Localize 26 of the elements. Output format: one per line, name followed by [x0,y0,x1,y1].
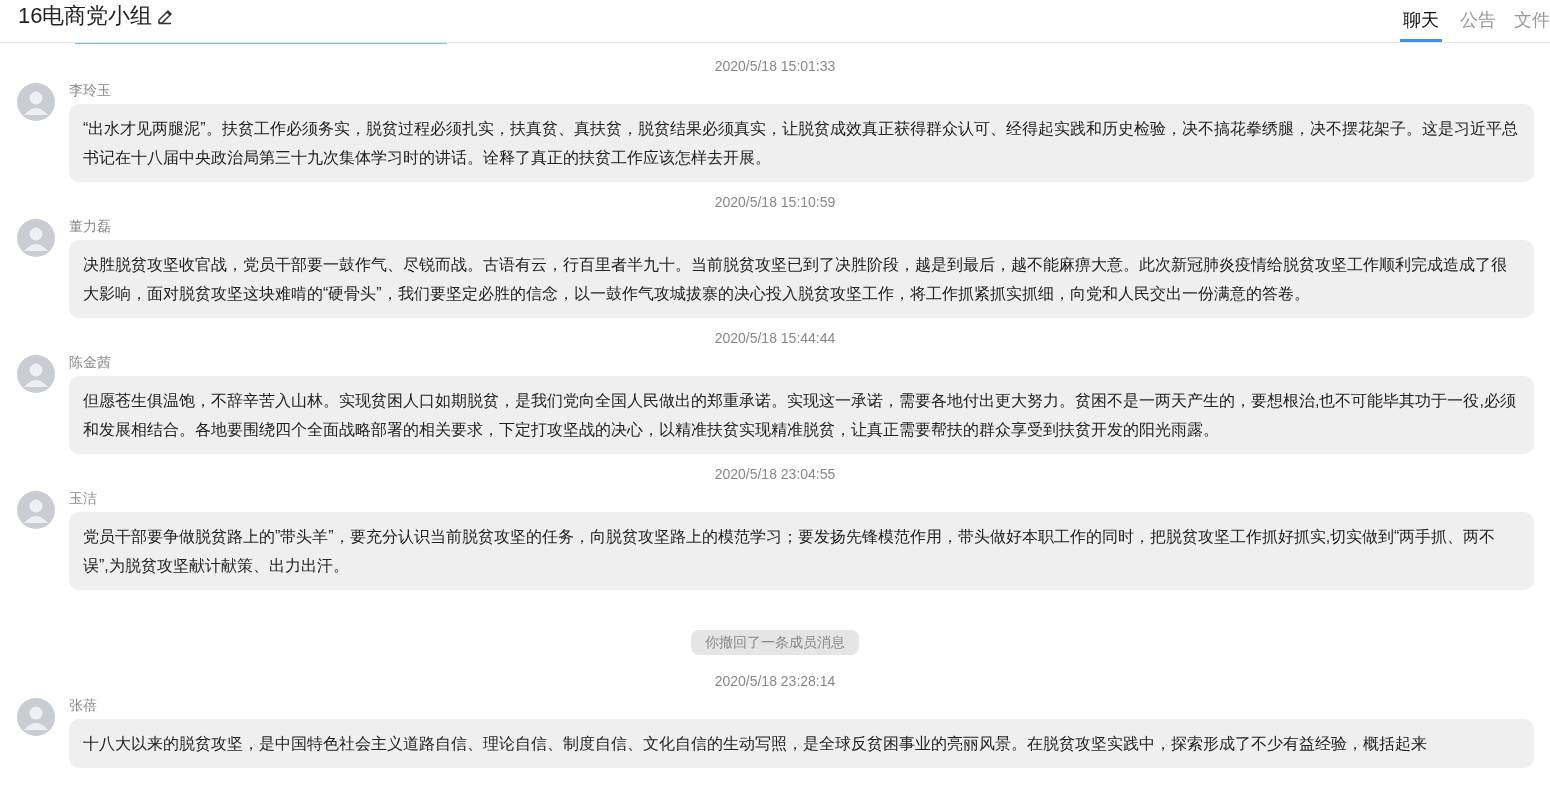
sender-name: 张蓓 [69,696,97,715]
tab[interactable]: 公告 [1460,0,1496,42]
avatar[interactable] [17,491,55,529]
edit-icon[interactable] [156,8,175,26]
recall-notice: 你撤回了一条成员消息 [691,630,859,655]
group-title: 16电商党小组 [18,1,153,30]
sender-name: 陈金茜 [69,353,111,372]
tab[interactable]: 聊天 [1400,0,1442,42]
avatar[interactable] [17,83,55,121]
timestamp: 2020/5/18 15:44:44 [714,329,836,348]
timestamp: 2020/5/18 23:04:55 [714,465,836,484]
message-bubble: 党员干部要争做脱贫路上的”带头羊”，要充分认识当前脱贫攻坚的任务，向脱贫攻坚路上的模范学习；要发扬先锋模范作用，带头做好本职工作的同时，把脱贫攻坚工作抓好抓实,切实做到“两手抓、两不误”,为脱贫攻坚献计献策、出力出汗。 [69,512,1534,590]
message-bubble: 但愿苍生俱温饱，不辞辛苦入山林。实现贫困人口如期脱贫，是我们党向全国人民做出的郑重承诺。实现这一承诺，需要各地付出更大努力。贫困不是一两天产生的，要想根治,也不可能毕其功于一役,必须和发展相结合。各地要围绕四个全面战略部署的相关要求，下定打攻坚战的决心，以精准扶贫实现精准脱贫，让真正需要帮扶的群众享受到扶贫开发的阳光雨露。 [69,376,1534,454]
timestamp: 2020/5/18 15:10:59 [714,193,836,212]
message-bubble: 十八大以来的脱贫攻坚，是中国特色社会主义道路自信、理论自信、制度自信、文化自信的生动写照，是全球反贫困事业的亮丽风景。在脱贫攻坚实践中，探索形成了不少有益经验，概括起来 [69,719,1534,768]
message-bubble: 决胜脱贫攻坚收官战，党员干部要一鼓作气、尽锐而战。古语有云，行百里者半九十。当前脱贫攻坚已到了决胜阶段，越是到最后，越不能麻痹大意。此次新冠肺炎疫情给脱贫攻坚工作顺利完成造成了很大影响，面对脱贫攻坚这块难啃的“硬骨头”，我们要坚定必胜的信念，以一鼓作气攻城拔寨的决心投入脱贫攻坚工作，将工作抓紧抓实抓细，向党和人民交出一份满意的答卷。 [69,240,1534,318]
sender-name: 玉洁 [69,489,97,508]
avatar[interactable] [17,219,55,257]
timestamp: 2020/5/18 23:28:14 [714,672,836,691]
sender-name: 李玲玉 [69,81,111,100]
message-bubble: “出水才见两腿泥”。扶贫工作必须务实，脱贫过程必须扎实，扶真贫、真扶贫，脱贫结果必须真实，让脱贫成效真正获得群众认可、经得起实践和历史检验，决不搞花拳绣腿，决不摆花架子。这是习近平总书记在十八届中央政治局第三十九次集体学习时的讲话。诠释了真正的扶贫工作应该怎样去开展。 [69,104,1534,182]
tab[interactable]: 文件 [1514,0,1550,42]
avatar[interactable] [17,355,55,393]
timestamp: 2020/5/18 15:01:33 [714,57,836,76]
sender-name: 董力磊 [69,217,111,236]
avatar[interactable] [17,698,55,736]
